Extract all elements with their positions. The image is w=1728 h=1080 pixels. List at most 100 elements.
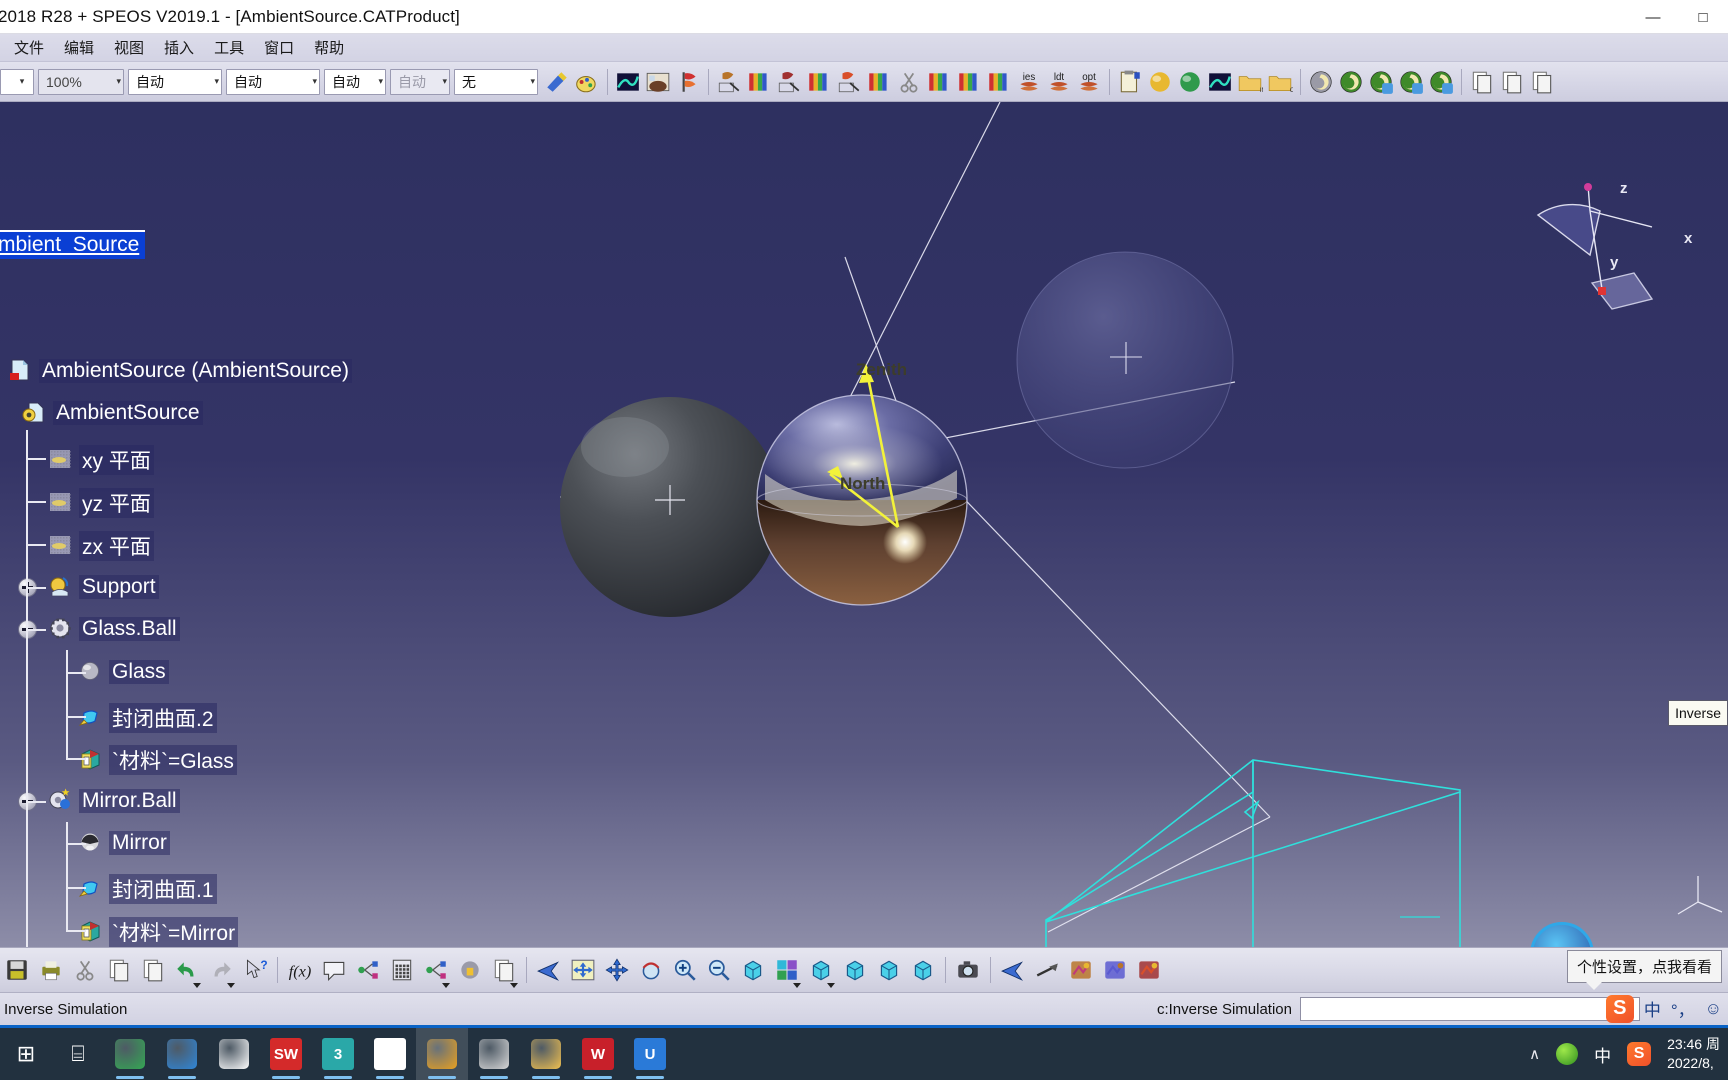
cut-icon[interactable] bbox=[68, 950, 102, 990]
lighting-combo[interactable]: 自动 ▾ bbox=[324, 68, 386, 95]
publish-icon[interactable] bbox=[419, 950, 453, 990]
cut-plane-icon[interactable] bbox=[894, 66, 924, 98]
menu-insert[interactable]: 插入 bbox=[154, 34, 204, 61]
rainbow-sheet-icon[interactable] bbox=[804, 66, 834, 98]
multi-view-icon[interactable] bbox=[770, 950, 804, 990]
axis-rainbow-icon[interactable] bbox=[924, 66, 954, 98]
maximize-button[interactable]: □ bbox=[1678, 0, 1728, 34]
heatmap-calc-icon[interactable] bbox=[1205, 66, 1235, 98]
paste-icon[interactable] bbox=[136, 950, 170, 990]
material-combo[interactable]: 自动 ▾ bbox=[390, 68, 450, 95]
tray-shield-icon[interactable] bbox=[1556, 1043, 1579, 1065]
brush-icon[interactable] bbox=[542, 66, 572, 98]
paint-palette-icon[interactable] bbox=[572, 66, 602, 98]
rainbow-grid2-icon[interactable] bbox=[864, 66, 894, 98]
rainbow-grid-icon[interactable] bbox=[744, 66, 774, 98]
menu-help[interactable]: 帮助 bbox=[304, 34, 354, 61]
stripes-icon[interactable] bbox=[984, 66, 1014, 98]
zoom-in-icon[interactable] bbox=[668, 950, 702, 990]
inverse-simulation-tag[interactable]: Inverse bbox=[1668, 700, 1728, 726]
whats-this-icon[interactable]: ? bbox=[238, 950, 272, 990]
apply-material-icon[interactable] bbox=[996, 950, 1030, 990]
document-icon[interactable] bbox=[208, 1028, 260, 1080]
start-icon[interactable]: ⊞ bbox=[0, 1028, 52, 1080]
tree-node-material-mirror[interactable]: `材料`=Mirror bbox=[78, 917, 239, 947]
catia-icon[interactable] bbox=[156, 1028, 208, 1080]
doc-stack1-icon[interactable] bbox=[1467, 66, 1497, 98]
menu-view[interactable]: 视图 bbox=[104, 34, 154, 61]
tree-node-zx-plane[interactable]: zx 平面 bbox=[48, 531, 154, 561]
folder-in-icon[interactable]: IN bbox=[1235, 66, 1265, 98]
none-combo[interactable]: 无 ▾ bbox=[454, 68, 538, 95]
ies-icon[interactable]: ies bbox=[1014, 66, 1044, 98]
render-style-combo[interactable]: 自动 ▾ bbox=[128, 68, 222, 95]
undo-icon[interactable] bbox=[170, 950, 204, 990]
folder-out-icon[interactable]: OUT bbox=[1265, 66, 1295, 98]
menu-edit[interactable]: 编辑 bbox=[54, 34, 104, 61]
grid-source-icon[interactable] bbox=[834, 66, 864, 98]
spiral-green-plus-icon[interactable] bbox=[1366, 66, 1396, 98]
dropdown-arrow-icon[interactable] bbox=[793, 983, 801, 988]
wireframe-icon[interactable] bbox=[906, 950, 940, 990]
tree-node-material-glass[interactable]: `材料`=Glass bbox=[78, 745, 237, 775]
taskbar-clock[interactable]: 23:46 周 2022/8, bbox=[1667, 1035, 1720, 1073]
section-icon[interactable] bbox=[1030, 950, 1064, 990]
wps-icon[interactable]: W bbox=[572, 1028, 624, 1080]
minimize-button[interactable]: — bbox=[1628, 0, 1678, 34]
render2-icon[interactable] bbox=[1098, 950, 1132, 990]
tree-node-xy-plane[interactable]: xy 平面 bbox=[48, 445, 154, 475]
tree-root-edit-field[interactable]: mbient_Source bbox=[0, 230, 146, 259]
3dsmax-icon[interactable]: 3 bbox=[312, 1028, 364, 1080]
dropdown-arrow-icon[interactable] bbox=[510, 983, 518, 988]
normal-view-icon[interactable] bbox=[736, 950, 770, 990]
ime-lang-icon[interactable]: 中 bbox=[1644, 996, 1661, 1021]
copy-icon[interactable] bbox=[102, 950, 136, 990]
pan-icon[interactable] bbox=[600, 950, 634, 990]
source-grid-icon[interactable] bbox=[714, 66, 744, 98]
tree-node-closed-surface-1[interactable]: 封闭曲面.1 bbox=[78, 874, 217, 904]
clipboard-icon[interactable] bbox=[1115, 66, 1145, 98]
heatmap-view-icon[interactable] bbox=[613, 66, 643, 98]
ime-punctuation-icon[interactable]: °， bbox=[1671, 996, 1695, 1021]
3d-viewport[interactable]: z x y Z Zenith North Inverse 00:36 mbien… bbox=[0, 102, 1728, 947]
spiral-gray-icon[interactable] bbox=[1306, 66, 1336, 98]
light-flag-icon[interactable] bbox=[673, 66, 703, 98]
command-input[interactable] bbox=[1300, 997, 1640, 1021]
menu-window[interactable]: 窗口 bbox=[254, 34, 304, 61]
opt-icon[interactable]: opt bbox=[1074, 66, 1104, 98]
save-icon[interactable] bbox=[0, 950, 34, 990]
fly-mode-icon[interactable] bbox=[532, 950, 566, 990]
dropdown-arrow-icon[interactable] bbox=[193, 983, 201, 988]
cylinder-view-icon[interactable] bbox=[838, 950, 872, 990]
zbrush-icon[interactable] bbox=[468, 1028, 520, 1080]
iso-view-icon[interactable] bbox=[804, 950, 838, 990]
calculator-icon[interactable] bbox=[385, 950, 419, 990]
sphere-moon-icon[interactable] bbox=[1175, 66, 1205, 98]
tree-node-ambientsource-product[interactable]: AmbientSource (AmbientSource) bbox=[8, 358, 352, 384]
tree-node-support[interactable]: Support bbox=[48, 574, 159, 600]
formula-icon[interactable]: f(x) bbox=[283, 950, 317, 990]
fit-all-icon[interactable] bbox=[566, 950, 600, 990]
menu-file[interactable]: 文件 bbox=[4, 34, 54, 61]
rotate-icon[interactable] bbox=[634, 950, 668, 990]
sphere-sun-icon[interactable] bbox=[1145, 66, 1175, 98]
dropdown-arrow-icon[interactable] bbox=[442, 983, 450, 988]
tree-node-glass-ball[interactable]: Glass.Ball bbox=[48, 616, 180, 642]
tree-node-closed-surface-2[interactable]: 封闭曲面.2 bbox=[78, 703, 217, 733]
tree-node-mirror-material[interactable]: Mirror bbox=[78, 830, 170, 856]
sogou-logo-icon[interactable]: S bbox=[1605, 994, 1634, 1023]
tree-node-glass-material[interactable]: Glass bbox=[78, 659, 169, 685]
ldt-icon[interactable]: ldt bbox=[1044, 66, 1074, 98]
catalog-icon[interactable] bbox=[487, 950, 521, 990]
redo-icon[interactable] bbox=[204, 950, 238, 990]
comment-icon[interactable] bbox=[317, 950, 351, 990]
zoom-out-icon[interactable] bbox=[702, 950, 736, 990]
dropdown-arrow-icon[interactable] bbox=[827, 983, 835, 988]
tray-lang-icon[interactable]: 中 bbox=[1594, 1042, 1611, 1067]
tray-sogou-icon[interactable]: S bbox=[1627, 1042, 1652, 1066]
tree-node-yz-plane[interactable]: yz 平面 bbox=[48, 488, 154, 518]
dropdown-arrow-icon[interactable] bbox=[227, 983, 235, 988]
spiral-green-run-icon[interactable] bbox=[1426, 66, 1456, 98]
photo-render-icon[interactable] bbox=[643, 66, 673, 98]
doc-stack2-icon[interactable] bbox=[1497, 66, 1527, 98]
